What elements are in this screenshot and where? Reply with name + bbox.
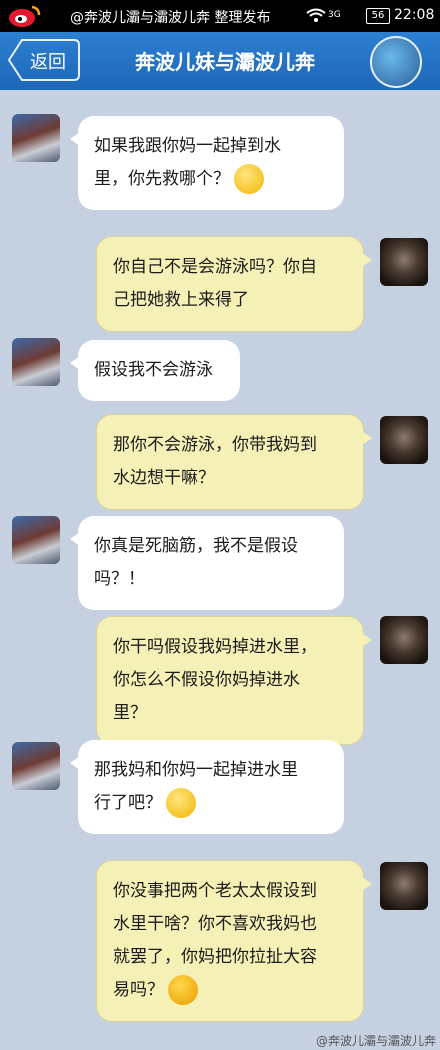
contact-avatar[interactable] (370, 36, 422, 88)
message-line: 里？ (113, 703, 147, 723)
status-bar: @奔波儿灞与灞波儿奔 整理发布 3G 56 22:08 (0, 0, 440, 32)
message-line: 就罢了，你妈把你拉扯大容 (113, 947, 317, 967)
signal-icon: 3G (328, 10, 341, 20)
message-line: 水里干啥？你不喜欢我妈也 (113, 914, 317, 934)
message-line: 行了吧？ (94, 793, 162, 813)
avatar[interactable] (12, 516, 60, 564)
back-button[interactable]: 返回 (8, 39, 80, 81)
avatar[interactable] (12, 338, 60, 386)
chat-title: 奔波儿妹与灞波儿奔 (135, 50, 315, 74)
message-line: 你真是死脑筋，我不是假设 (94, 536, 298, 556)
message-bubble[interactable]: 你真是死脑筋，我不是假设 吗？！ (70, 516, 344, 610)
avatar[interactable] (380, 616, 428, 664)
message-line: 那我妈和你妈一起掉进水里 (94, 760, 298, 780)
message-bubble[interactable]: 那我妈和你妈一起掉进水里 行了吧？ (70, 740, 344, 834)
message-line: 你怎么不假设你妈掉进水 (113, 670, 300, 690)
avatar[interactable] (12, 742, 60, 790)
message-line: 己把她救上来得了 (113, 290, 249, 310)
message-line: 易吗？ (113, 980, 164, 1000)
message-bubble[interactable]: 假设我不会游泳 (70, 340, 240, 401)
chat-area[interactable]: 如果我跟你妈一起掉到水 里，你先救哪个？ 你自己不是会游泳吗？你自 己把她救上来… (0, 90, 440, 1050)
message-line: 里，你先救哪个？ (94, 169, 230, 189)
message-line: 你自己不是会游泳吗？你自 (113, 257, 317, 277)
weibo-logo-icon (9, 5, 41, 27)
avatar[interactable] (380, 238, 428, 286)
message-line: 那你不会游泳，你带我妈到 (113, 435, 317, 455)
credit-text: @奔波儿灞与灞波儿奔 整理发布 (70, 10, 271, 26)
message-bubble[interactable]: 如果我跟你妈一起掉到水 里，你先救哪个？ (70, 116, 344, 210)
tongue-face-emoji-icon (168, 975, 198, 1005)
sweat-face-emoji-icon (166, 788, 196, 818)
avatar[interactable] (12, 114, 60, 162)
message-line: 你没事把两个老太太假设到 (113, 881, 317, 901)
message-bubble[interactable]: 你没事把两个老太太假设到 水里干啥？你不喜欢我妈也 就罢了，你妈把你拉扯大容 易… (96, 860, 372, 1022)
message-line: 假设我不会游泳 (94, 360, 213, 380)
message-bubble[interactable]: 你干吗假设我妈掉进水里， 你怎么不假设你妈掉进水 里？ (96, 616, 372, 745)
wifi-icon (306, 8, 326, 22)
message-bubble[interactable]: 那你不会游泳，你带我妈到 水边想干嘛？ (96, 414, 372, 510)
avatar[interactable] (380, 862, 428, 910)
worried-face-emoji-icon (234, 164, 264, 194)
battery-icon: 56 (366, 8, 390, 24)
avatar[interactable] (380, 416, 428, 464)
message-bubble[interactable]: 你自己不是会游泳吗？你自 己把她救上来得了 (96, 236, 372, 332)
watermark: @奔波儿灞与灞波儿奔 (316, 1034, 437, 1048)
message-line: 你干吗假设我妈掉进水里， (113, 637, 317, 657)
message-line: 水边想干嘛？ (113, 468, 215, 488)
back-label: 返回 (30, 52, 66, 73)
title-bar: 返回 奔波儿妹与灞波儿奔 (0, 32, 440, 90)
message-line: 如果我跟你妈一起掉到水 (94, 136, 281, 156)
message-line: 吗？！ (94, 569, 145, 589)
clock-time: 22:08 (394, 7, 435, 23)
